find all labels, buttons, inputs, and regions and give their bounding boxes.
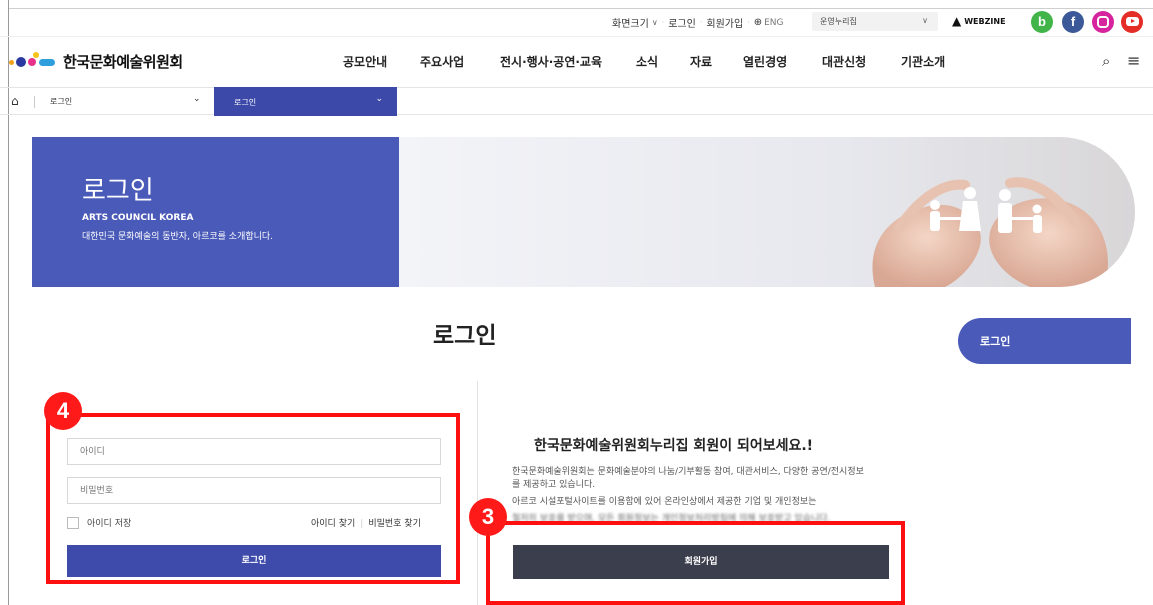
hands-family-illustration bbox=[872, 177, 1108, 287]
separator-dot: · bbox=[661, 18, 665, 27]
webzine-link[interactable]: ▲ WEBZINE bbox=[952, 14, 1006, 28]
menu-item[interactable]: 자료 bbox=[690, 53, 712, 70]
menu-item[interactable]: 기관소개 bbox=[901, 53, 945, 70]
page-title: 로그인 bbox=[433, 323, 497, 349]
breadcrumb-depth2-label: 로그인 bbox=[234, 98, 257, 107]
chevron-down-icon: ∨ bbox=[922, 16, 928, 25]
instagram-icon[interactable] bbox=[1092, 11, 1114, 33]
site-logo[interactable]: 한국문화예술위원회 bbox=[9, 51, 183, 72]
utility-links: 화면크기 ∨ · 로그인 · 회원가입 · ⊕ ENG bbox=[612, 15, 784, 30]
webzine-logo-icon: ▲ bbox=[952, 14, 962, 28]
join-desc-1: 한국문화예술위원회는 문화예술분야의 나눔/기부활동 참여, 대관서비스, 다양… bbox=[512, 467, 864, 490]
chevron-down-icon: ∨ bbox=[651, 18, 658, 27]
banner-subtitle-en: ARTS COUNCIL KOREA bbox=[82, 213, 194, 223]
join-desc-2: 아르코 시설포털사이트를 이용함에 있어 온라인상에서 제공한 기업 및 개인정… bbox=[512, 497, 817, 507]
webzine-label: WEBZINE bbox=[964, 16, 1006, 26]
banner-text-panel: 로그인 ARTS COUNCIL KOREA 대한민국 문화예술의 동반자, 아… bbox=[32, 137, 399, 287]
breadcrumb-depth2[interactable]: 로그인 ⌄ bbox=[214, 87, 397, 116]
separator-dot: · bbox=[699, 18, 703, 27]
menu-item[interactable]: 전시·행사·공연·교육 bbox=[500, 53, 602, 70]
font-size-control[interactable]: 화면크기 ∨ bbox=[612, 15, 658, 30]
banner-image bbox=[399, 137, 1135, 287]
banner-subtitle-ko: 대한민국 문화예술의 동반자, 아르코를 소개합니다. bbox=[82, 232, 274, 242]
menu-item[interactable]: 대관신청 bbox=[822, 53, 866, 70]
page-banner: 로그인 ARTS COUNCIL KOREA 대한민국 문화예술의 동반자, 아… bbox=[32, 137, 1135, 287]
eng-label: ENG bbox=[764, 17, 784, 28]
breadcrumb: ⌂ 로그인 ⌄ 로그인 ⌄ bbox=[0, 87, 1153, 116]
side-menu-login[interactable]: 로그인 bbox=[958, 318, 1131, 364]
join-heading: 한국문화예술위원회누리집 회원이 되어보세요.! bbox=[534, 438, 814, 454]
eng-link[interactable]: ⊕ ENG bbox=[754, 17, 784, 28]
signup-link[interactable]: 회원가입 bbox=[706, 15, 743, 30]
highlight-box-login bbox=[46, 413, 460, 584]
annotation-number-4: 4 bbox=[44, 392, 82, 430]
banner-title: 로그인 bbox=[82, 176, 154, 206]
breadcrumb-separator bbox=[34, 96, 35, 108]
search-icon[interactable]: ⌕ bbox=[1102, 52, 1110, 70]
org-name: 한국문화예술위원회 bbox=[63, 53, 183, 71]
hamburger-menu-icon[interactable]: ≡ bbox=[1127, 51, 1140, 70]
annotation-number-3: 3 bbox=[469, 498, 507, 536]
separator-dot: · bbox=[747, 18, 750, 27]
utility-bar: 화면크기 ∨ · 로그인 · 회원가입 · ⊕ ENG 운영누리집 ∨ ▲ WEBZ… bbox=[0, 9, 1153, 35]
highlight-box-signup bbox=[486, 521, 905, 605]
main-header: 한국문화예술위원회 공모안내 주요사업 전시·행사·공연·교육 소식 자료 열린… bbox=[0, 36, 1153, 86]
menu-item[interactable]: 주요사업 bbox=[420, 53, 464, 70]
site-select[interactable]: 운영누리집 ∨ bbox=[812, 12, 938, 31]
menu-item[interactable]: 소식 bbox=[636, 53, 658, 70]
chevron-down-icon: ⌄ bbox=[375, 94, 383, 104]
site-select-value: 운영누리집 bbox=[820, 17, 857, 26]
facebook-icon[interactable]: f bbox=[1062, 11, 1084, 33]
chevron-down-icon[interactable]: ⌄ bbox=[193, 94, 201, 104]
content-divider bbox=[477, 381, 478, 605]
youtube-icon[interactable] bbox=[1121, 11, 1143, 33]
join-description: 한국문화예술위원회는 문화예술분야의 나눔/기부활동 참여, 대관서비스, 다양… bbox=[512, 466, 872, 526]
breadcrumb-depth1[interactable]: 로그인 bbox=[50, 96, 72, 107]
menu-item[interactable]: 공모안내 bbox=[343, 53, 387, 70]
font-size-label: 화면크기 bbox=[612, 19, 649, 30]
login-link[interactable]: 로그인 bbox=[668, 15, 696, 30]
blog-icon[interactable]: b bbox=[1031, 11, 1053, 33]
globe-icon: ⊕ bbox=[753, 17, 763, 28]
arko-logo-icon bbox=[9, 51, 59, 72]
home-icon[interactable]: ⌂ bbox=[11, 94, 19, 108]
menu-item[interactable]: 열린경영 bbox=[743, 53, 787, 70]
